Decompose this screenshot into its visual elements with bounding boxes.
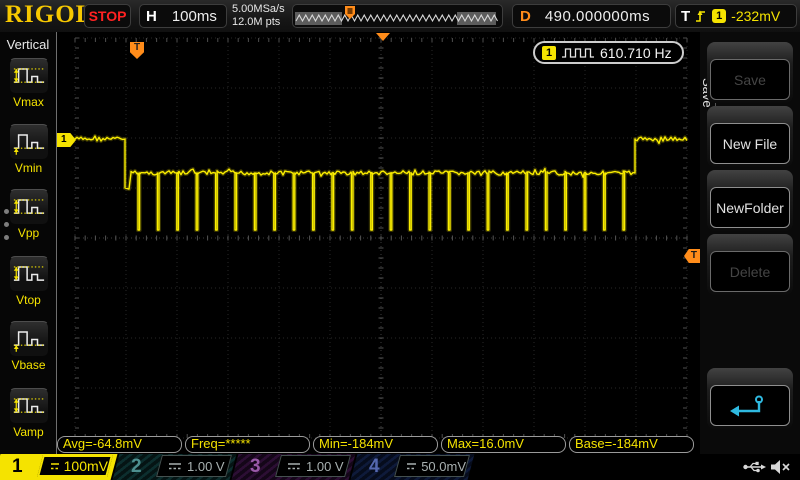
oscilloscope-screen: RIGOL STOP H 100ms 5.00MSa/s 12.0M pts D… bbox=[0, 0, 800, 480]
graticule-and-trace bbox=[57, 32, 700, 454]
sidebar-item-vmin[interactable]: Vmin bbox=[7, 124, 50, 175]
vertical-measure-menu: Vertical Vmax Vmin Vpp Vtop Vbase Vamp bbox=[0, 32, 57, 454]
sidebar-item-vamp[interactable]: Vamp bbox=[7, 388, 50, 439]
save-button-key: Save bbox=[707, 42, 793, 103]
vpp-measure-icon bbox=[9, 189, 49, 225]
measurement-base: Base=-184mV bbox=[569, 436, 694, 453]
delete-button[interactable]: Delete bbox=[710, 251, 790, 292]
measurement-min: Min=-184mV bbox=[313, 436, 438, 453]
coupling-dc-icon bbox=[287, 462, 301, 471]
vtop-measure-icon bbox=[9, 256, 49, 292]
timebase-value: 100ms bbox=[172, 8, 217, 25]
coupling-dc-icon bbox=[50, 462, 59, 471]
new-file-button[interactable]: New File bbox=[710, 123, 790, 164]
channel-2-scale: 1.00 V bbox=[187, 459, 225, 474]
vmin-measure-icon bbox=[9, 124, 49, 160]
sidebar-item-vtop[interactable]: Vtop bbox=[7, 256, 50, 307]
vamp-measure-icon bbox=[9, 388, 49, 424]
waveform-overview-graphic bbox=[293, 5, 502, 27]
new-folder-button-key: NewFolder bbox=[707, 170, 793, 231]
trigger-slope-rising-icon bbox=[694, 8, 707, 24]
run-state-label: STOP bbox=[89, 8, 127, 24]
coupling-dc-icon bbox=[168, 462, 182, 471]
delete-button-key: Delete bbox=[707, 234, 793, 295]
waveform-overview-bar[interactable] bbox=[292, 4, 503, 28]
channel-3-number: 3 bbox=[250, 456, 261, 478]
sidebar-item-vmax[interactable]: Vmax bbox=[7, 58, 50, 109]
horizontal-timebase-box[interactable]: H 100ms bbox=[139, 4, 227, 28]
menu-title: Vertical bbox=[0, 37, 56, 52]
square-wave-icon bbox=[561, 46, 595, 59]
menu-page-dots bbox=[4, 201, 9, 248]
coupling-dc-icon bbox=[406, 462, 416, 471]
memory-depth: 12.0M pts bbox=[232, 16, 285, 29]
measurement-freq: Freq=***** bbox=[185, 436, 310, 453]
channel-4-status[interactable]: 4 50.0mV bbox=[359, 454, 473, 480]
sample-rate: 5.00MSa/s bbox=[232, 3, 285, 16]
display-area: 1 T T 1 610.710 Hz bbox=[57, 32, 700, 454]
new-folder-button[interactable]: NewFolder bbox=[710, 187, 790, 228]
freq-counter-channel-chip: 1 bbox=[542, 46, 556, 60]
channel-1-scale: 100mV bbox=[64, 458, 108, 474]
trigger-box[interactable]: T 1 -232mV bbox=[675, 4, 797, 28]
channel-3-scale: 1.00 V bbox=[306, 459, 344, 474]
speaker-muted-icon bbox=[770, 459, 792, 475]
freq-counter-value: 610.710 Hz bbox=[600, 45, 672, 61]
trigger-level-value: -232mV bbox=[731, 8, 780, 24]
delay-label: D bbox=[520, 8, 531, 25]
timebase-label: H bbox=[146, 8, 157, 25]
channel-2-number: 2 bbox=[131, 456, 142, 478]
save-button[interactable]: Save bbox=[710, 59, 790, 100]
frequency-counter-badge: 1 610.710 Hz bbox=[533, 41, 684, 64]
trigger-source-chip: 1 bbox=[712, 9, 726, 23]
new-file-button-key: New File bbox=[707, 106, 793, 167]
delay-box[interactable]: D 490.000000ms bbox=[512, 4, 671, 28]
vmax-measure-icon bbox=[9, 58, 49, 94]
return-back-button[interactable] bbox=[710, 385, 790, 426]
channel-4-scale: 50.0mV bbox=[421, 459, 466, 474]
channel-4-number: 4 bbox=[369, 456, 380, 478]
acquisition-info: 5.00MSa/s 12.0M pts bbox=[232, 3, 285, 29]
trigger-label: T bbox=[681, 8, 690, 25]
measurement-avg: Avg=-64.8mV bbox=[57, 436, 182, 453]
vbase-measure-icon bbox=[9, 321, 49, 357]
sidebar-item-vpp[interactable]: Vpp bbox=[7, 189, 50, 240]
delay-value: 490.000000ms bbox=[545, 8, 650, 25]
top-status-bar: RIGOL STOP H 100ms 5.00MSa/s 12.0M pts D… bbox=[0, 0, 800, 33]
sidebar-item-vbase[interactable]: Vbase bbox=[7, 321, 50, 372]
usb-icon bbox=[742, 459, 766, 475]
channel-status-bar: 1 100mV 2 1.00 V 3 1.00 V 4 bbox=[0, 454, 800, 480]
trigger-position-triangle[interactable] bbox=[376, 33, 390, 41]
channel-1-status[interactable]: 1 100mV bbox=[2, 454, 116, 480]
channel-1-number: 1 bbox=[12, 456, 23, 478]
run-state-indicator[interactable]: STOP bbox=[84, 4, 131, 28]
measurement-max: Max=16.0mV bbox=[441, 436, 566, 453]
rigol-logo: RIGOL bbox=[5, 1, 93, 29]
return-arrow-icon bbox=[727, 392, 773, 420]
channel-2-status[interactable]: 2 1.00 V bbox=[121, 454, 235, 480]
save-menu: Save Save New File NewFolder Delete bbox=[700, 32, 800, 454]
back-button-key bbox=[707, 368, 793, 429]
channel-3-status[interactable]: 3 1.00 V bbox=[240, 454, 354, 480]
